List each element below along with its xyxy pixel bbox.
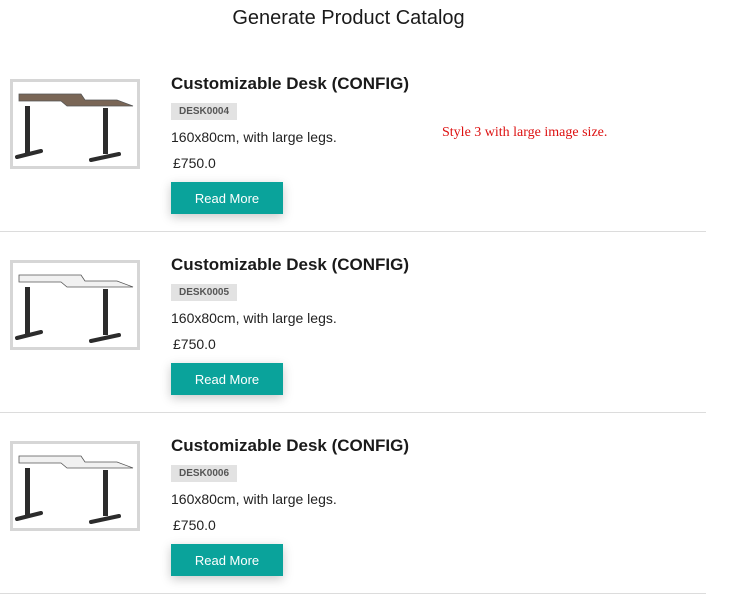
page-title: Generate Product Catalog: [232, 7, 465, 29]
product-image[interactable]: [10, 260, 140, 350]
product-description: 160x80cm, with large legs.: [171, 491, 337, 507]
product-price: £750.0: [173, 155, 216, 171]
desk-icon: [15, 274, 134, 343]
product-title[interactable]: Customizable Desk (CONFIG): [171, 255, 409, 275]
read-more-button[interactable]: Read More: [171, 182, 283, 214]
product-image[interactable]: [10, 79, 140, 169]
product-title[interactable]: Customizable Desk (CONFIG): [171, 436, 409, 456]
sku-badge: DESK0004: [171, 103, 238, 120]
product-image[interactable]: [10, 441, 140, 531]
sku-badge: DESK0005: [171, 284, 238, 301]
product-title[interactable]: Customizable Desk (CONFIG): [171, 74, 409, 94]
desk-icon: [15, 93, 134, 162]
read-more-button[interactable]: Read More: [171, 544, 283, 576]
product-description: 160x80cm, with large legs.: [171, 129, 337, 145]
product-item: Customizable Desk (CONFIG) DESK0006 160x…: [0, 414, 706, 594]
product-price: £750.0: [173, 336, 216, 352]
product-item: Customizable Desk (CONFIG) DESK0004 160x…: [0, 52, 706, 232]
divider: [0, 231, 706, 232]
divider: [0, 412, 706, 413]
product-item: Customizable Desk (CONFIG) DESK0005 160x…: [0, 233, 706, 413]
desk-icon: [15, 455, 134, 524]
divider: [0, 593, 706, 594]
sku-badge: DESK0006: [171, 465, 238, 482]
product-description: 160x80cm, with large legs.: [171, 310, 337, 326]
product-price: £750.0: [173, 517, 216, 533]
read-more-button[interactable]: Read More: [171, 363, 283, 395]
